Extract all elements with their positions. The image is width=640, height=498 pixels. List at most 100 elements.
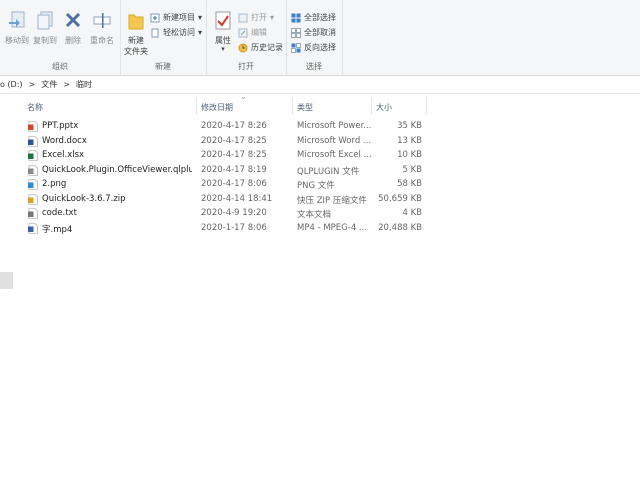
file-name: PPT.pptx	[42, 121, 79, 131]
new-folder-button[interactable]: 新建 文件夹	[122, 10, 150, 57]
file-type: MP4 - MPEG-4 ...	[297, 222, 368, 233]
table-row[interactable]: PPT.pptx 2020-4-17 8:26 Microsoft Power...…	[0, 120, 430, 134]
file-type: Microsoft Word ...	[297, 135, 372, 146]
properties-dropdown-icon: ▾	[221, 45, 225, 53]
select-all-icon	[291, 13, 301, 22]
file-name: QuickLook.Plugin.OfficeViewer.qlplu...	[42, 164, 192, 175]
rename-label: 重命名	[90, 36, 114, 45]
organize-group: 移动到 复制到 删除 重命名 组织	[0, 0, 121, 75]
table-row[interactable]: QuickLook-3.6.7.zip 2020-4-14 18:41 快压 ZIP…	[0, 193, 430, 207]
table-row[interactable]: 2.png 2020-4-17 8:06 PNG 文件 58 KB	[0, 178, 430, 192]
column-divider[interactable]	[196, 97, 197, 115]
ribbon: 移动到 复制到 删除 重命名 组织 新建 文件夹 新建项目 ▾ 轻松访问 ▾ 新…	[0, 0, 640, 76]
column-header-size[interactable]: 大小	[376, 99, 424, 115]
table-row[interactable]: Excel.xlsx 2020-4-17 8:25 Microsoft Excel …	[0, 149, 430, 163]
file-modified-date: 2020-1-17 8:06	[201, 222, 267, 233]
breadcrumb-folder-temp[interactable]: 临时	[76, 79, 92, 90]
file-size: 20,488 KB	[378, 222, 422, 233]
open-label: 打开	[251, 13, 267, 22]
move-to-button[interactable]: 移动到	[4, 10, 30, 46]
column-divider[interactable]	[371, 97, 372, 115]
delete-label: 删除	[65, 36, 81, 45]
new-group-label: 新建	[155, 62, 171, 71]
open-group-label: 打开	[238, 62, 254, 71]
new-folder-label: 新建 文件夹	[124, 36, 148, 56]
sort-chevron-icon: ⌄	[240, 92, 247, 101]
edit-button[interactable]: 编辑	[238, 27, 267, 38]
video-icon	[28, 222, 38, 234]
file-size: 10 KB	[397, 150, 422, 160]
file-name: QuickLook-3.6.7.zip	[42, 193, 126, 204]
file-name: 字.mp4	[42, 224, 73, 235]
open-icon	[238, 13, 248, 22]
table-row[interactable]: 字.mp4 2020-1-17 8:06 MP4 - MPEG-4 ... 20,48…	[0, 222, 430, 236]
new-item-button[interactable]: 新建项目 ▾	[150, 12, 202, 23]
delete-x-icon	[65, 12, 81, 28]
table-row[interactable]: code.txt 2020-4-9 19:20 文本文档 4 KB	[0, 207, 430, 221]
easy-access-label: 轻松访问	[163, 28, 195, 37]
file-modified-date: 2020-4-9 19:20	[201, 208, 267, 218]
move-to-label: 移动到	[5, 36, 29, 45]
copy-to-button[interactable]: 复制到	[32, 10, 58, 46]
file-type: 文本文档	[297, 210, 332, 220]
invert-selection-label: 反向选择	[304, 43, 336, 52]
easy-access-button[interactable]: 轻松访问 ▾	[150, 27, 202, 38]
easy-access-dropdown-icon: ▾	[198, 28, 203, 37]
rename-button[interactable]: 重命名	[88, 10, 116, 46]
file-modified-date: 2020-4-17 8:06	[201, 179, 267, 189]
history-icon	[238, 43, 248, 52]
table-row[interactable]: Word.docx 2020-4-17 8:25 Microsoft Word ..…	[0, 135, 430, 149]
file-name: Word.docx	[42, 135, 87, 146]
invert-selection-button[interactable]: 反向选择	[291, 42, 336, 53]
breadcrumb-drive[interactable]: o (D:)	[0, 80, 23, 89]
history-label: 历史记录	[251, 43, 283, 52]
properties-button[interactable]: 属性 ▾	[210, 10, 236, 53]
file-type: QLPLUGIN 文件	[297, 166, 360, 177]
file-type: Microsoft Power...	[297, 121, 372, 131]
file-size: 58 KB	[397, 179, 422, 189]
invert-selection-icon	[291, 42, 301, 53]
column-divider[interactable]	[426, 97, 427, 115]
navigation-pane-scroll-thumb[interactable]	[0, 272, 13, 289]
new-item-dropdown-icon: ▾	[198, 13, 203, 22]
column-header-type[interactable]: 类型	[297, 99, 369, 115]
breadcrumb-separator[interactable]: >	[63, 80, 70, 89]
file-size: 35 KB	[397, 121, 422, 131]
copy-to-icon	[37, 11, 53, 30]
file-name: code.txt	[42, 208, 77, 218]
edit-label: 编辑	[251, 28, 267, 37]
file-size: 13 KB	[397, 135, 422, 146]
breadcrumb[interactable]: o (D:) > 文件 > 临时	[0, 76, 640, 94]
file-modified-date: 2020-4-17 8:25	[201, 150, 267, 160]
file-name: Excel.xlsx	[42, 150, 85, 160]
edit-icon	[238, 28, 248, 37]
breadcrumb-folder-files[interactable]: 文件	[41, 79, 57, 90]
column-header-date[interactable]: 修改日期	[201, 99, 289, 115]
new-group: 新建 文件夹 新建项目 ▾ 轻松访问 ▾ 新建	[120, 0, 207, 75]
column-divider[interactable]	[292, 97, 293, 115]
open-button[interactable]: 打开 ▾	[238, 12, 274, 23]
properties-check-icon	[215, 11, 231, 30]
file-size: 4 KB	[402, 208, 422, 218]
easy-access-icon	[151, 28, 159, 37]
select-none-icon	[291, 27, 301, 38]
column-header-name[interactable]: 名称	[27, 99, 192, 115]
table-row[interactable]: QuickLook.Plugin.OfficeViewer.qlplu... 20…	[0, 164, 430, 178]
delete-button[interactable]: 删除	[62, 10, 84, 46]
history-button[interactable]: 历史记录	[238, 42, 283, 53]
copy-to-label: 复制到	[33, 36, 57, 45]
organize-group-label: 组织	[52, 62, 68, 71]
select-all-label: 全部选择	[304, 13, 336, 22]
select-group: 全部选择 全部取消 反向选择 选择	[286, 0, 343, 75]
select-none-button[interactable]: 全部取消	[291, 27, 336, 38]
select-group-label: 选择	[306, 62, 322, 71]
folder-icon	[128, 14, 144, 30]
select-all-button[interactable]: 全部选择	[291, 12, 336, 23]
file-name: 2.png	[42, 179, 67, 189]
word-icon	[28, 135, 38, 147]
breadcrumb-separator[interactable]: >	[29, 80, 36, 89]
move-to-icon	[9, 11, 25, 28]
new-item-icon	[150, 13, 160, 22]
image-icon	[28, 179, 38, 190]
file-type: Microsoft Excel ...	[297, 150, 372, 160]
